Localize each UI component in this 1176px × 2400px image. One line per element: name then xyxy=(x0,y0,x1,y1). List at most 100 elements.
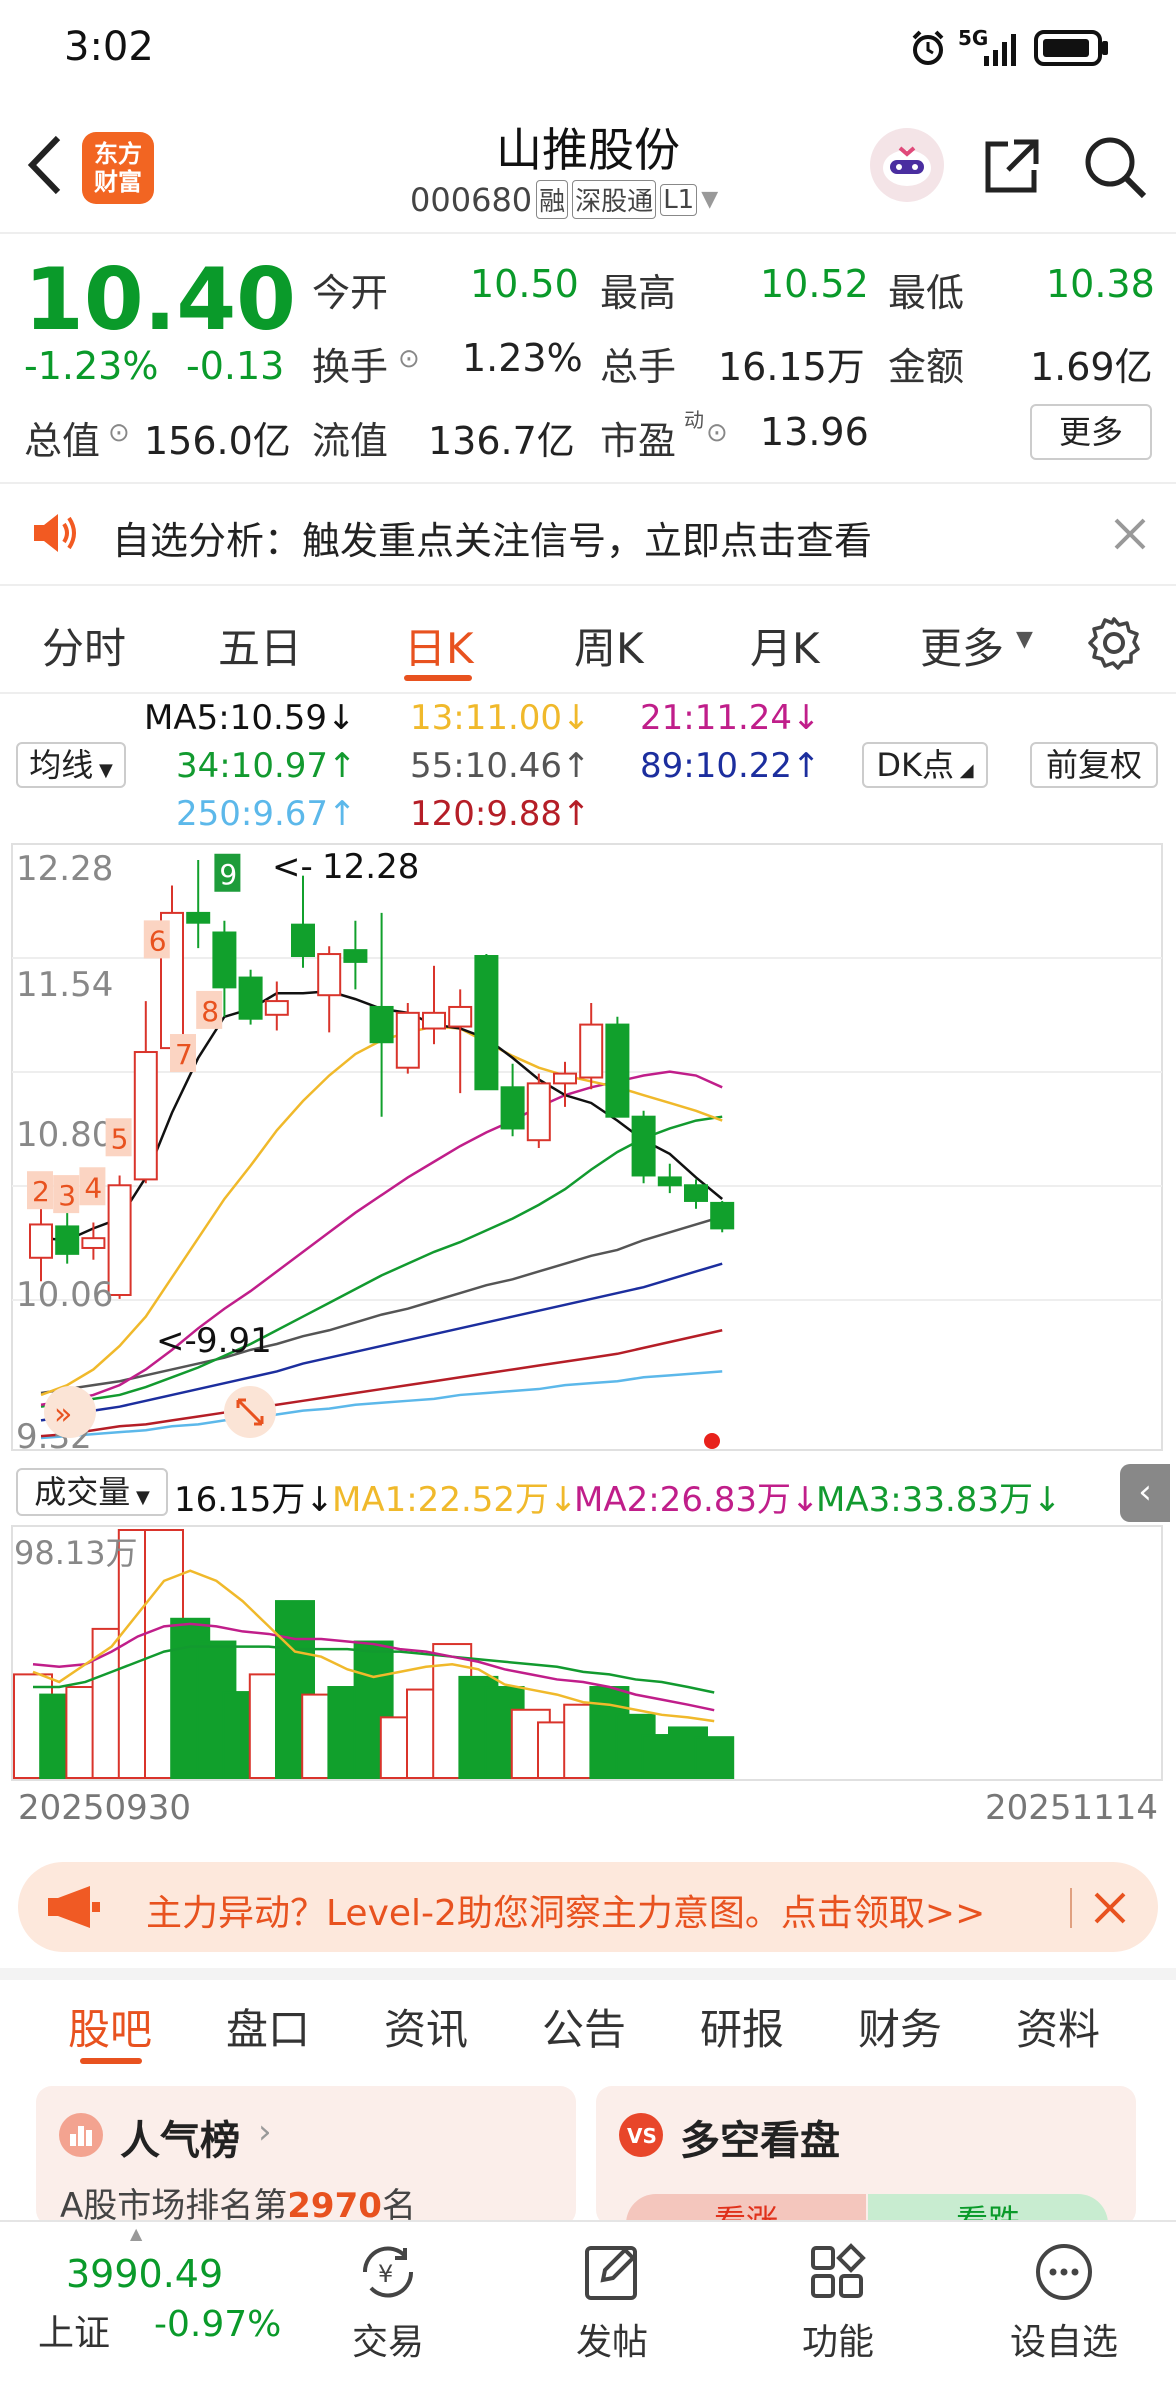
volume-bar xyxy=(694,1736,735,1779)
tag-connect: 深股通 xyxy=(572,180,657,219)
signal-label: 6 xyxy=(149,924,167,957)
volume-value: 16.15万 xyxy=(718,345,865,389)
float-label: 流值 xyxy=(312,419,389,463)
ma-selector[interactable]: 均线 ▼ xyxy=(16,742,126,788)
tab-timeshare[interactable]: 分时 xyxy=(42,615,126,676)
volume-legend: 成交量 ▼ 16.15万↓ MA1:22.52万↓ MA2:26.83万↓ MA… xyxy=(0,1464,1176,1524)
share-icon[interactable] xyxy=(980,134,1044,202)
active-tab-indicator xyxy=(80,2058,142,2064)
adjust-button[interactable]: 前复权 xyxy=(1030,742,1158,788)
ma-selector-label: 均线 xyxy=(29,746,94,784)
edit-icon xyxy=(585,2246,637,2300)
grid-icon xyxy=(811,2243,866,2298)
tab-orderbook[interactable]: 盘口 xyxy=(226,1996,310,2057)
nav-post[interactable]: 发帖 xyxy=(542,2240,682,2365)
ma-legend: MA5:10.59↓ 13:11.00↓ 21:11.24↓ 均线 ▼ 34:1… xyxy=(0,694,1176,840)
volume-label: 总手 xyxy=(600,345,677,389)
tag-level: L1 xyxy=(660,183,698,216)
axis-label-3: 10.80 xyxy=(16,1115,113,1155)
more-button[interactable]: 更多 xyxy=(1030,404,1152,460)
index-name: 上证 xyxy=(38,2313,111,2354)
close-icon[interactable] xyxy=(1090,1888,1130,1932)
candle-body xyxy=(553,1072,577,1085)
tab-research[interactable]: 研报 xyxy=(700,1996,784,2057)
chevron-right-icon: › xyxy=(258,2112,272,2152)
mktcap-value: 156.0亿 xyxy=(144,419,291,463)
close-icon[interactable] xyxy=(1112,516,1148,556)
vol-ma3-label: MA3:33.83万↓ xyxy=(816,1480,1062,1520)
amount-value: 1.69亿 xyxy=(1030,345,1153,389)
dropdown-icon[interactable]: ▼ xyxy=(701,187,718,212)
section-divider xyxy=(0,1968,1176,1980)
volume-selector[interactable]: 成交量 ▼ xyxy=(16,1468,168,1516)
volume-chart[interactable]: 98.13万 xyxy=(0,1524,1176,1784)
candle-body xyxy=(317,953,342,997)
date-axis: 20250930 20251114 xyxy=(0,1788,1176,1838)
more-circle-icon xyxy=(1036,2244,1092,2300)
candle-body xyxy=(369,1005,394,1044)
ma34-label: 34:10.97↑ xyxy=(176,746,357,786)
candle-body xyxy=(395,1011,420,1069)
candle-body xyxy=(422,1011,446,1030)
tab-forum[interactable]: 股吧 xyxy=(68,1996,152,2057)
ma5-label: MA5:10.59↓ xyxy=(144,698,356,738)
candle xyxy=(605,1016,630,1118)
settings-icon[interactable] xyxy=(1086,615,1142,675)
volume-selector-label: 成交量 xyxy=(34,1473,131,1511)
search-icon[interactable] xyxy=(1080,132,1150,206)
bull-bear-card[interactable]: VS 多空看盘 看涨 看跌 xyxy=(596,2086,1136,2226)
tab-announcements[interactable]: 公告 xyxy=(542,1996,626,2057)
info-icon[interactable]: ⊙ xyxy=(108,418,130,448)
candle xyxy=(710,1200,735,1233)
tab-profile[interactable]: 资料 xyxy=(1016,1996,1100,2057)
nav-trade[interactable]: ¥ 交易 xyxy=(318,2240,458,2365)
signal-marker: 2 xyxy=(27,1171,53,1210)
popularity-card[interactable]: 人气榜 › A股市场排名第2970名 xyxy=(36,2086,576,2226)
dk-point-button[interactable]: DK点 ◢ xyxy=(862,742,988,788)
axis-label-2: 11.54 xyxy=(16,965,113,1005)
turnover-value: 1.23% xyxy=(462,336,583,380)
tab-monthly-k[interactable]: 月K xyxy=(750,615,820,676)
index-value[interactable]: 3990.49 xyxy=(66,2252,223,2296)
status-time: 3:02 xyxy=(64,24,154,70)
tag-margin: 融 xyxy=(536,180,569,219)
collapse-tab[interactable]: ‹ xyxy=(1120,1464,1170,1522)
assistant-avatar[interactable] xyxy=(870,128,944,202)
tab-five-day[interactable]: 五日 xyxy=(218,615,302,676)
tab-weekly-k[interactable]: 周K xyxy=(574,615,644,676)
tab-news[interactable]: 资讯 xyxy=(384,1996,468,2057)
end-date: 20251114 xyxy=(984,1788,1158,1828)
index-change: -0.97% xyxy=(154,2304,282,2345)
nav-functions[interactable]: 功能 xyxy=(768,2240,908,2365)
alarm-icon xyxy=(908,28,948,72)
page-indicator-dot xyxy=(704,1433,720,1449)
candle xyxy=(526,1073,551,1149)
expand-icon[interactable]: » xyxy=(44,1386,96,1438)
notice-text: 自选分析：触发重点关注信号，立即点击查看 xyxy=(112,519,873,563)
candle-body xyxy=(579,1023,604,1079)
candle-body xyxy=(291,923,315,958)
change-percent: -1.23% xyxy=(24,344,159,388)
level2-banner[interactable]: 主力异动？Level-2助您洞察主力意图。点击领取>> xyxy=(18,1862,1158,1952)
candlestick-chart[interactable]: 12.28 11.54 10.80 10.06 9.32 <- 12.28 <-… xyxy=(0,840,1176,1460)
vol-ma1-label: MA1:22.52万↓ xyxy=(332,1480,578,1520)
tab-daily-k[interactable]: 日K xyxy=(404,615,474,676)
tab-financials[interactable]: 财务 xyxy=(858,1996,942,2057)
volume-value: 16.15万↓ xyxy=(174,1480,334,1520)
amount-label: 金额 xyxy=(888,345,965,389)
tab-more[interactable]: 更多 xyxy=(920,615,1004,676)
nav-add-watchlist[interactable]: 设自选 xyxy=(994,2240,1134,2365)
change-amount: -0.13 xyxy=(186,344,285,388)
candle-body xyxy=(710,1201,735,1230)
axis-label-1: 12.28 xyxy=(16,849,113,889)
candle-body xyxy=(133,1051,158,1181)
quote-panel: 10.40 -1.23% -0.13 今开 10.50 最高 10.52 最低 … xyxy=(0,232,1176,482)
notice-bar[interactable]: 自选分析：触发重点关注信号，立即点击查看 xyxy=(0,484,1176,582)
zoom-icon[interactable] xyxy=(224,1386,276,1438)
info-icon[interactable]: ⊙ xyxy=(706,418,728,448)
popularity-title: 人气榜 xyxy=(120,2118,240,2164)
info-icon[interactable]: ⊙ xyxy=(398,344,420,374)
nav-trade-label: 交易 xyxy=(351,2322,424,2363)
candle-body xyxy=(238,976,263,1020)
caret-down-icon: ▼ xyxy=(1016,627,1033,652)
